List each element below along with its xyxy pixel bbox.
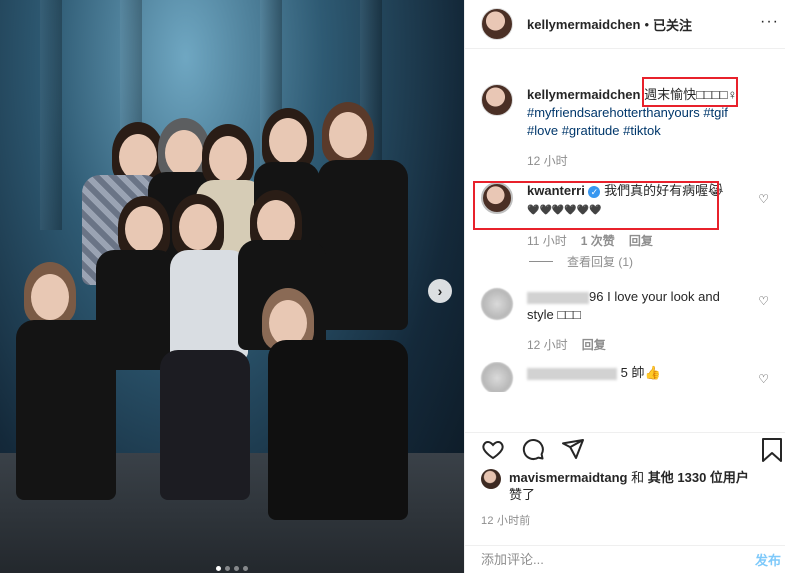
bookmark-icon[interactable] (761, 437, 783, 463)
comment-input[interactable] (481, 552, 755, 567)
comment-icon[interactable] (521, 437, 545, 461)
blurred-username (527, 367, 617, 380)
carousel-next-button[interactable]: › (428, 279, 452, 303)
author-avatar[interactable] (481, 8, 513, 40)
carousel-dot (216, 566, 221, 571)
blurred-username (527, 291, 589, 304)
liker-avatar[interactable] (481, 469, 501, 489)
carousel-dot (243, 566, 248, 571)
heart-icon[interactable] (481, 437, 505, 461)
post-time-ago[interactable]: 12 小时前 (481, 512, 531, 528)
person-body (268, 340, 408, 520)
highlight-box (473, 181, 719, 230)
caption-hashtags[interactable]: #myfriendsarehotterthanyours #tgif (527, 105, 728, 120)
person-body (170, 250, 248, 360)
likes-connector: 和 (631, 470, 645, 485)
person-face (329, 112, 367, 158)
comment-username-partial[interactable]: 5 帥 (621, 365, 645, 380)
highlight-box (642, 77, 738, 107)
person-face (165, 130, 203, 176)
caption-author-avatar[interactable] (481, 84, 513, 116)
person-face (209, 136, 247, 182)
likes-summary: mavismermaidtang 和 其他 1330 位用户 赞了 (481, 469, 775, 503)
caption-hashtags[interactable]: #love #gratitude #tiktok (527, 123, 661, 138)
post-header: kellymermaidchen • 已关注 ··· (465, 0, 785, 49)
curtain-fold (40, 0, 62, 230)
person-face (269, 118, 307, 164)
comments-list: kellymermaidchen 週末愉快□□□□♀ #myfriendsare… (465, 72, 785, 392)
likes-others-link[interactable]: 其他 1330 位用户 (648, 470, 749, 485)
person-face (31, 274, 69, 320)
post-photo[interactable]: › (0, 0, 464, 573)
like-comment-heart-icon[interactable]: ♡ (758, 294, 769, 308)
comment-likes[interactable]: 1 次赞 (581, 232, 615, 250)
header-separator: • (644, 16, 650, 32)
add-comment-bar: 发布 (465, 545, 785, 573)
person-face (119, 134, 157, 180)
commenter-avatar-blurred[interactable] (481, 288, 513, 320)
person-body (16, 320, 116, 500)
caption-username[interactable]: kellymermaidchen (527, 87, 640, 102)
person-face (125, 206, 163, 252)
comment-row: 96 I love your look and style □□□ 12 小时 … (465, 288, 785, 368)
author-username[interactable]: kellymermaidchen (527, 17, 640, 32)
comment-text: style □□□ (527, 307, 581, 322)
thumbs-up-icon: 👍 (644, 365, 661, 380)
comment-text: I love your look and (607, 289, 720, 304)
like-comment-heart-icon[interactable]: ♡ (758, 192, 769, 206)
commenter-avatar-blurred[interactable] (481, 362, 513, 392)
like-comment-heart-icon[interactable]: ♡ (758, 372, 769, 386)
more-options-icon[interactable]: ··· (760, 13, 779, 31)
comment-username-partial[interactable]: 96 (589, 289, 603, 304)
comment-row: 5 帥👍 ♡ (465, 362, 785, 392)
post-comment-button[interactable]: 发布 (755, 550, 781, 569)
comment-time[interactable]: 12 小时 (527, 336, 568, 354)
reply-button[interactable]: 回复 (629, 232, 653, 250)
carousel-dot (225, 566, 230, 571)
post-sidebar: kellymermaidchen • 已关注 ··· kellymermaidc… (464, 0, 785, 573)
person-body (318, 160, 408, 330)
likes-suffix: 赞了 (509, 487, 536, 502)
comment-time[interactable]: 11 小时 (527, 232, 567, 250)
carousel-dot (234, 566, 239, 571)
liker-username[interactable]: mavismermaidtang (509, 470, 628, 485)
chevron-right-icon: › (437, 283, 443, 299)
share-icon[interactable] (561, 437, 585, 461)
person-body (160, 350, 250, 500)
carousel-dots (0, 566, 464, 571)
caption-time[interactable]: 12 小时 (527, 152, 568, 170)
person-face (179, 204, 217, 250)
follow-status-button[interactable]: 已关注 (653, 15, 692, 34)
action-bar (465, 432, 785, 462)
reply-button[interactable]: 回复 (582, 336, 606, 354)
